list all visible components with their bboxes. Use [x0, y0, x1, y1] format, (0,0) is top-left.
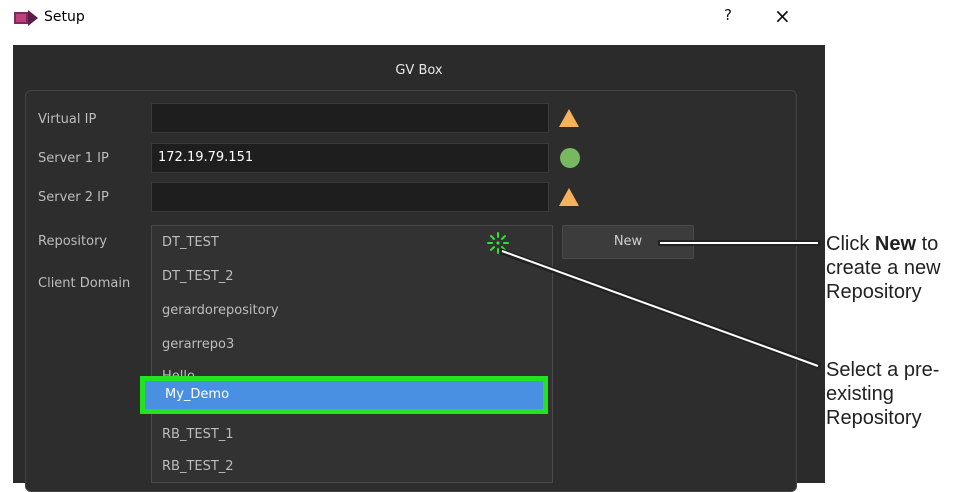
callout-text: to [916, 233, 939, 255]
warning-triangle-icon [559, 109, 579, 127]
callout-text: Click [826, 233, 875, 255]
callout-text: Repository [826, 407, 922, 429]
virtual-ip-label: Virtual IP [38, 112, 97, 127]
list-item[interactable]: DT_TEST [162, 235, 219, 250]
app-icon [14, 10, 38, 26]
callout-text: Select a pre- [826, 359, 940, 381]
select-callout-text: Select a pre- existing Repository [826, 358, 939, 430]
callout-text: existing [826, 383, 894, 405]
callout-text: create a new [826, 257, 941, 279]
server2-ip-field[interactable] [151, 182, 549, 212]
list-item[interactable]: RB_TEST_1 [162, 427, 234, 442]
list-item[interactable]: gerardorepository [162, 303, 279, 318]
client-domain-label: Client Domain [38, 276, 131, 291]
repository-dropdown[interactable]: DT_TEST DT_TEST_2 gerardorepository gera… [151, 225, 553, 483]
selected-repository-highlight: My_Demo [140, 376, 548, 414]
list-item-selected[interactable]: My_Demo [145, 381, 543, 409]
close-button[interactable]: × [774, 4, 791, 28]
selected-item-label: My_Demo [165, 387, 230, 402]
server1-ip-label: Server 1 IP [38, 151, 109, 166]
window-titlebar: Setup ? × [0, 0, 830, 36]
repository-label: Repository [38, 234, 108, 249]
group-title: GV Box [395, 63, 443, 78]
callout-text: Repository [826, 281, 922, 303]
new-callout-text: Click New to create a new Repository [826, 232, 941, 304]
list-item[interactable]: gerarrepo3 [162, 337, 234, 352]
ok-status-icon [560, 148, 580, 168]
loading-spinner-icon [487, 232, 509, 254]
callout-bold-text: New [874, 233, 917, 255]
help-button[interactable]: ? [724, 6, 732, 24]
new-repository-button[interactable]: New [562, 225, 694, 259]
list-item[interactable]: RB_TEST_2 [162, 459, 234, 474]
window-title: Setup [44, 9, 85, 25]
warning-triangle-icon [559, 188, 579, 206]
list-item[interactable]: DT_TEST_2 [162, 269, 234, 284]
server2-ip-label: Server 2 IP [38, 190, 109, 205]
server1-ip-field[interactable]: 172.19.79.151 [151, 143, 549, 173]
virtual-ip-field[interactable] [151, 103, 549, 133]
